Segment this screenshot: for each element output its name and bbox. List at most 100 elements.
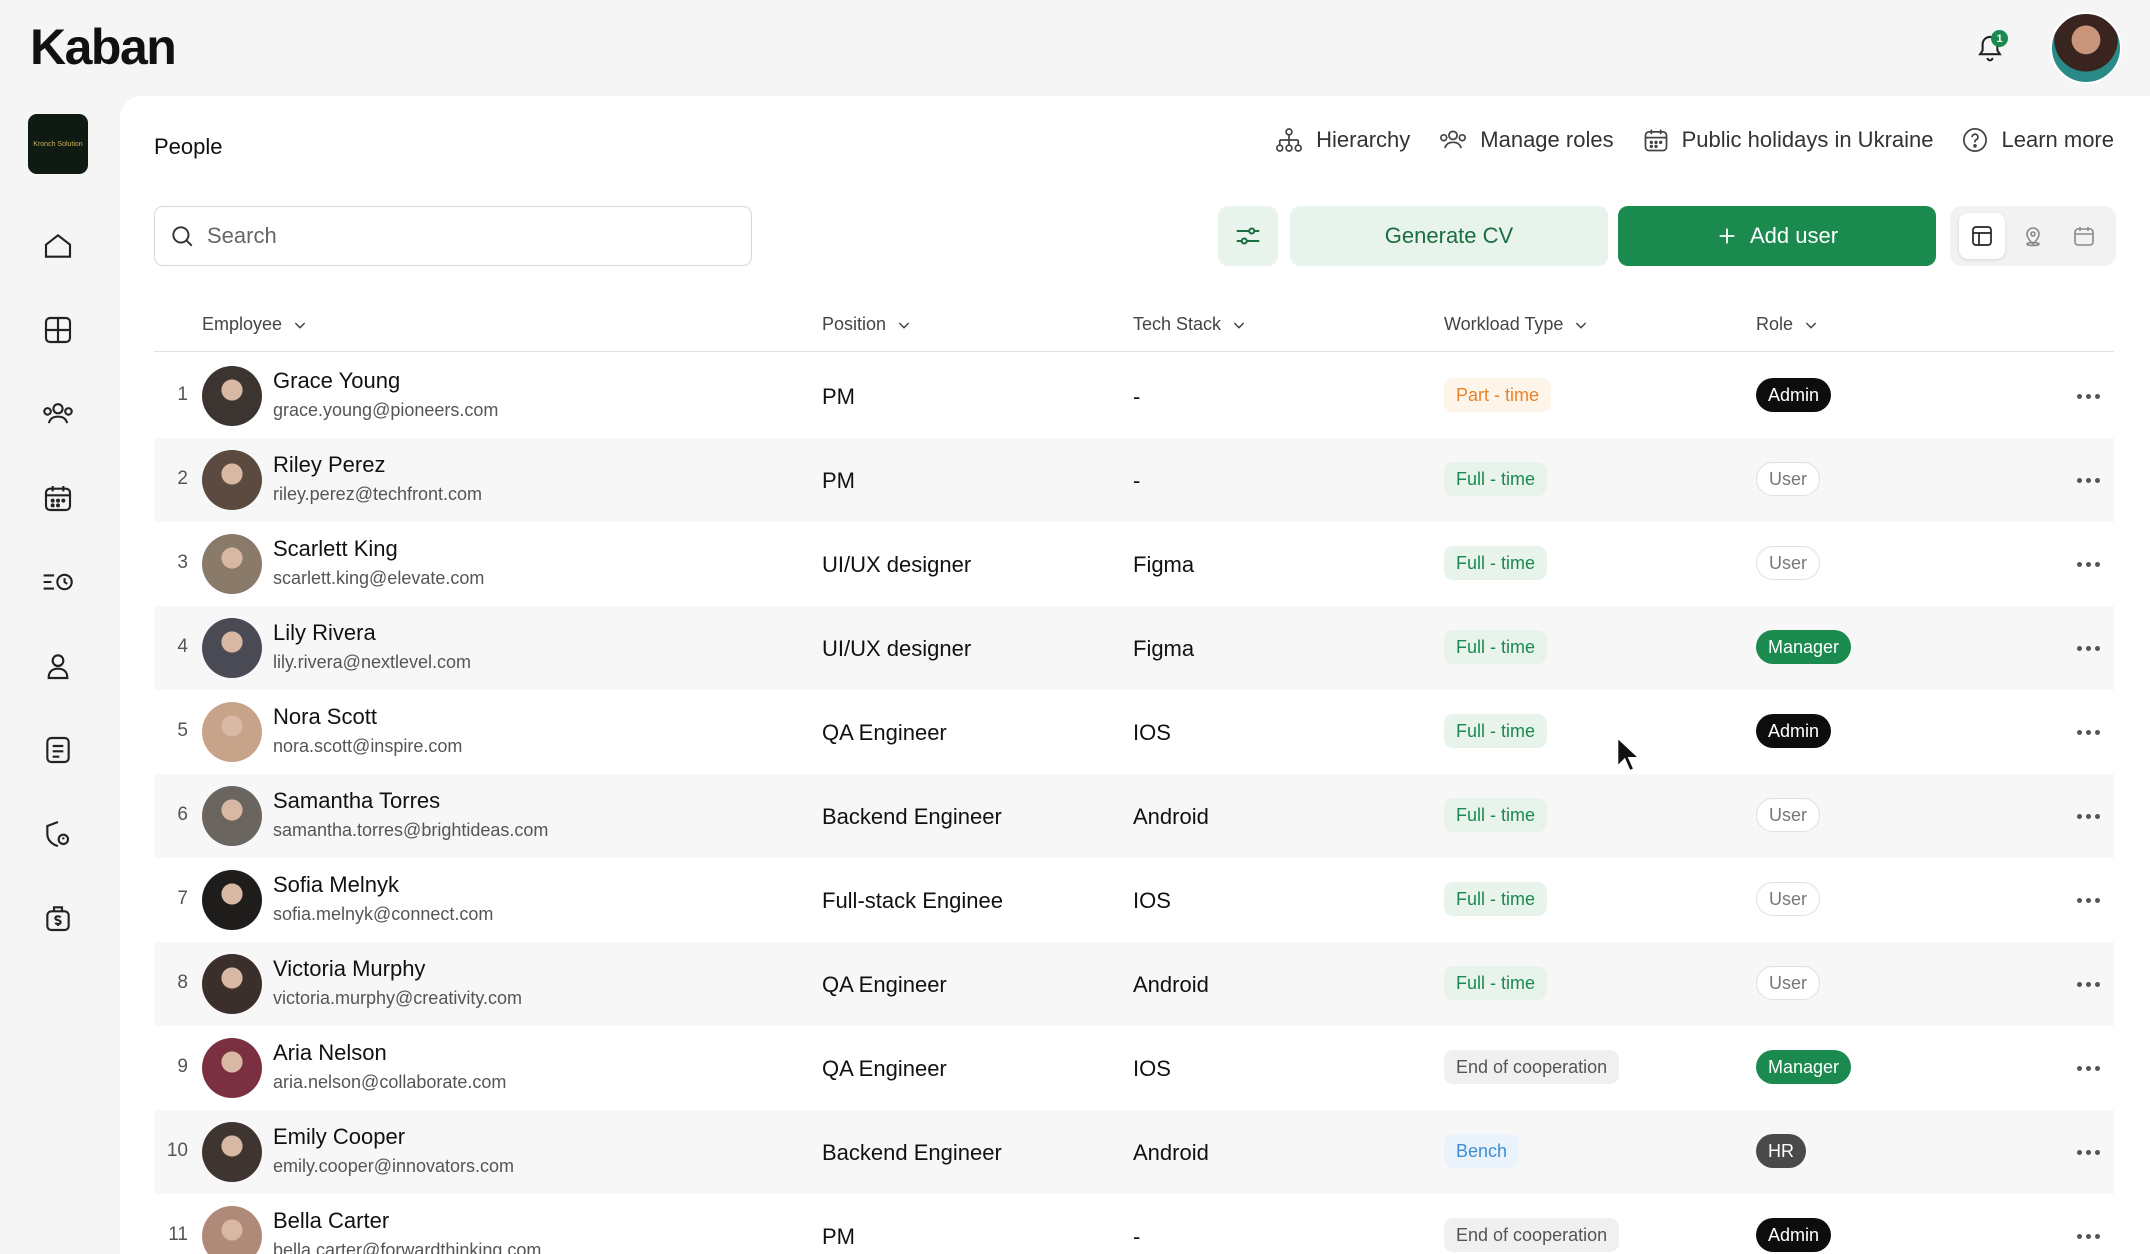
avatar[interactable] bbox=[202, 1038, 262, 1098]
employee-email: bella.carter@forwardthinking.com bbox=[273, 1240, 542, 1254]
position-cell: Full-stack Enginee bbox=[822, 888, 1003, 913]
more-actions-button[interactable] bbox=[2070, 1054, 2106, 1082]
table-row[interactable]: 6 Samantha Torres samantha.torres@brightid… bbox=[154, 774, 2114, 858]
employee-email: aria.nelson@collaborate.com bbox=[273, 1072, 507, 1092]
sidebar-item-security[interactable] bbox=[38, 814, 78, 854]
table-row[interactable]: 7 Sofia Melnyk sofia.melnyk@connect.com Ful… bbox=[154, 858, 2114, 942]
employee-name[interactable]: Sofia Melnyk bbox=[273, 872, 399, 898]
table-row[interactable]: 8 Victoria Murphy victoria.murphy@creativi… bbox=[154, 942, 2114, 1026]
app-logo[interactable]: Kaban bbox=[30, 22, 177, 72]
sidebar-item-calendar[interactable] bbox=[38, 478, 78, 518]
more-actions-button[interactable] bbox=[2070, 466, 2106, 494]
manage-roles-label: Manage roles bbox=[1480, 127, 1614, 152]
employee-name[interactable]: Aria Nelson bbox=[273, 1040, 387, 1066]
table-row[interactable]: 3 Scarlett King scarlett.king@elevate.com U… bbox=[154, 522, 2114, 606]
role-badge: Manager bbox=[1756, 1050, 1852, 1084]
column-tech-stack[interactable]: Tech Stack bbox=[1133, 314, 1247, 335]
employee-name[interactable]: Victoria Murphy bbox=[273, 956, 425, 982]
table-row[interactable]: 11 Bella Carter bella.carter@forwardthinki… bbox=[154, 1194, 2114, 1254]
avatar[interactable] bbox=[202, 1206, 262, 1254]
employee-name[interactable]: Lily Rivera bbox=[273, 620, 376, 646]
employee-email: riley.perez@techfront.com bbox=[273, 484, 483, 504]
more-actions-button[interactable] bbox=[2070, 382, 2106, 410]
row-number: 6 bbox=[177, 804, 188, 825]
more-actions-button[interactable] bbox=[2070, 886, 2106, 914]
hierarchy-label: Hierarchy bbox=[1316, 127, 1411, 152]
sidebar-item-time-tracking[interactable] bbox=[38, 562, 78, 602]
sidebar-item-documents[interactable] bbox=[38, 730, 78, 770]
notifications-button[interactable]: 1 bbox=[1970, 28, 2010, 68]
mouse-cursor-icon bbox=[1616, 736, 1642, 773]
page-title: People bbox=[154, 134, 223, 159]
avatar[interactable] bbox=[202, 618, 262, 678]
employee-name[interactable]: Nora Scott bbox=[273, 704, 377, 730]
more-actions-button[interactable] bbox=[2070, 634, 2106, 662]
user-avatar[interactable] bbox=[2050, 12, 2122, 84]
more-actions-button[interactable] bbox=[2070, 970, 2106, 998]
column-workload-type[interactable]: Workload Type bbox=[1444, 314, 1589, 335]
position-cell: Backend Engineer bbox=[822, 804, 1002, 829]
employee-name[interactable]: Scarlett King bbox=[273, 536, 398, 562]
workload-badge: Full - time bbox=[1444, 882, 1548, 916]
notification-badge: 1 bbox=[1991, 30, 2008, 47]
employee-name[interactable]: Samantha Torres bbox=[273, 788, 440, 814]
manage-roles-link[interactable]: Manage roles bbox=[1438, 126, 1614, 154]
filter-button[interactable] bbox=[1218, 206, 1278, 266]
more-actions-button[interactable] bbox=[2070, 718, 2106, 746]
more-actions-button[interactable] bbox=[2070, 1138, 2106, 1166]
tech-stack-cell: - bbox=[1133, 1224, 1141, 1249]
avatar[interactable] bbox=[202, 450, 262, 510]
hierarchy-link[interactable]: Hierarchy bbox=[1274, 126, 1410, 154]
calendar-view-button[interactable] bbox=[2061, 213, 2107, 259]
avatar[interactable] bbox=[202, 702, 262, 762]
table-row[interactable]: 4 Lily Rivera lily.rivera@nextlevel.com UI/… bbox=[154, 606, 2114, 690]
learn-more-link[interactable]: Learn more bbox=[1961, 126, 2114, 154]
table-row[interactable]: 2 Riley Perez riley.perez@techfront.com PM -… bbox=[154, 438, 2114, 522]
public-holidays-link[interactable]: Public holidays in Ukraine bbox=[1642, 126, 1934, 154]
workload-badge: End of cooperation bbox=[1444, 1050, 1620, 1084]
employee-name[interactable]: Emily Cooper bbox=[273, 1124, 405, 1150]
position-cell: UI/UX designer bbox=[822, 552, 972, 577]
more-actions-button[interactable] bbox=[2070, 550, 2106, 578]
workspace-logo[interactable]: Kronch Solution bbox=[28, 114, 88, 174]
column-role[interactable]: Role bbox=[1756, 314, 1819, 335]
employee-name[interactable]: Bella Carter bbox=[273, 1208, 389, 1234]
avatar[interactable] bbox=[202, 786, 262, 846]
avatar[interactable] bbox=[202, 366, 262, 426]
column-position[interactable]: Position bbox=[822, 314, 912, 335]
main-panel: People Hierarchy Manage roles Public hol… bbox=[120, 96, 2150, 1254]
avatar[interactable] bbox=[202, 1122, 262, 1182]
table-view-button[interactable] bbox=[1958, 213, 2005, 259]
map-view-button[interactable] bbox=[2010, 213, 2056, 259]
employee-email: lily.rivera@nextlevel.com bbox=[273, 652, 471, 672]
avatar[interactable] bbox=[202, 534, 262, 594]
sidebar-item-profile[interactable] bbox=[38, 646, 78, 686]
chevron-down-icon bbox=[1805, 321, 1817, 329]
sidebar-item-home[interactable] bbox=[38, 226, 78, 266]
sidebar-item-people[interactable] bbox=[38, 394, 78, 434]
workload-badge: Full - time bbox=[1444, 630, 1548, 664]
sidebar-item-dashboard[interactable] bbox=[38, 310, 78, 350]
workload-badge: Part - time bbox=[1444, 378, 1552, 412]
table-row[interactable]: 1 Grace Young grace.young@pioneers.com PM - P… bbox=[154, 354, 2114, 438]
column-employee[interactable]: Employee bbox=[202, 314, 308, 335]
add-user-button[interactable]: Add user bbox=[1618, 206, 1936, 266]
more-actions-button[interactable] bbox=[2070, 1222, 2106, 1250]
search-input[interactable] bbox=[207, 223, 727, 249]
table-row[interactable]: 10 Emily Cooper emily.cooper@innovators.co… bbox=[154, 1110, 2114, 1194]
table-row[interactable]: 5 Nora Scott nora.scott@inspire.com QA Engi… bbox=[154, 690, 2114, 774]
filter-sliders-icon bbox=[1236, 227, 1260, 245]
avatar[interactable] bbox=[202, 870, 262, 930]
employee-name[interactable]: Riley Perez bbox=[273, 452, 385, 478]
row-number: 11 bbox=[168, 1224, 188, 1245]
avatar[interactable] bbox=[202, 954, 262, 1014]
more-actions-button[interactable] bbox=[2070, 802, 2106, 830]
employee-name[interactable]: Grace Young bbox=[273, 368, 400, 394]
chevron-down-icon bbox=[294, 321, 306, 329]
public-holidays-label: Public holidays in Ukraine bbox=[1681, 127, 1934, 152]
role-badge: Admin bbox=[1756, 714, 1832, 748]
sidebar-item-finance[interactable] bbox=[38, 898, 78, 938]
generate-cv-button[interactable]: Generate CV bbox=[1290, 206, 1608, 266]
table-row[interactable]: 9 Aria Nelson aria.nelson@collaborate.com Q… bbox=[154, 1026, 2114, 1110]
workload-badge: Full - time bbox=[1444, 714, 1548, 748]
